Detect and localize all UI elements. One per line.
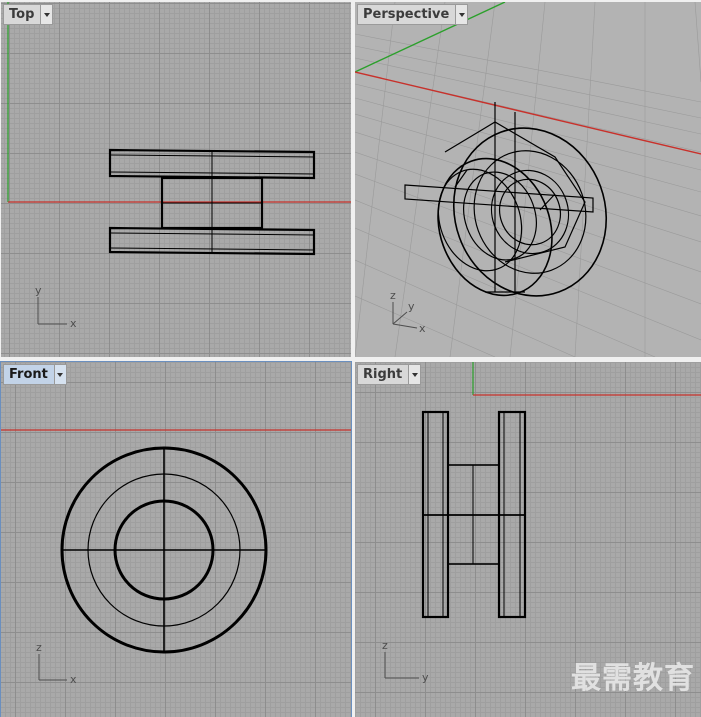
viewport-perspective[interactable]: Perspective x y z <box>355 2 701 357</box>
viewport-title-front: Front <box>9 367 48 382</box>
viewport-menu-dropdown-right[interactable] <box>408 365 421 384</box>
triangle-down-icon <box>43 12 50 17</box>
viewport-right[interactable]: Right y z 最需教育 <box>355 362 701 717</box>
spool-right-wireframe <box>421 410 527 619</box>
axis-label-x: x <box>70 317 77 330</box>
viewport-tab-top[interactable]: Top <box>3 4 54 25</box>
viewport-menu-dropdown-top[interactable] <box>40 5 53 24</box>
spool-front-wireframe <box>60 446 268 654</box>
viewport-menu-dropdown-front[interactable] <box>53 365 66 384</box>
axis-label-x: x <box>419 322 426 335</box>
front-axis-gizmo <box>38 654 67 681</box>
top-view-scene: x y <box>7 2 351 330</box>
triangle-down-icon <box>458 12 465 17</box>
triangle-down-icon <box>411 372 418 377</box>
axis-label-x: x <box>70 673 77 686</box>
top-axis-gizmo <box>37 297 67 325</box>
axis-label-z: z <box>36 641 42 654</box>
axis-label-z: z <box>390 289 396 302</box>
viewport-top[interactable]: Top x y <box>1 2 351 357</box>
viewport-menu-dropdown-perspective[interactable] <box>455 5 468 24</box>
viewport-tab-perspective[interactable]: Perspective <box>357 4 469 25</box>
perspective-view-scene: x y z <box>355 2 701 357</box>
axis-label-y: y <box>422 671 429 684</box>
front-view-scene: x z <box>1 429 351 686</box>
viewport-title-right: Right <box>363 367 403 382</box>
viewport-tab-front[interactable]: Front <box>3 364 67 385</box>
viewport-title-top: Top <box>9 7 35 22</box>
viewport-front[interactable]: Front x z <box>0 361 352 717</box>
axis-label-y: y <box>35 284 42 297</box>
right-axis-gizmo <box>384 652 419 679</box>
viewport-tab-right[interactable]: Right <box>357 364 422 385</box>
viewport-title-perspective: Perspective <box>363 7 450 22</box>
triangle-down-icon <box>57 372 64 377</box>
axis-label-z: z <box>382 639 388 652</box>
watermark-text: 最需教育 <box>571 661 695 696</box>
axis-label-y: y <box>408 300 415 313</box>
